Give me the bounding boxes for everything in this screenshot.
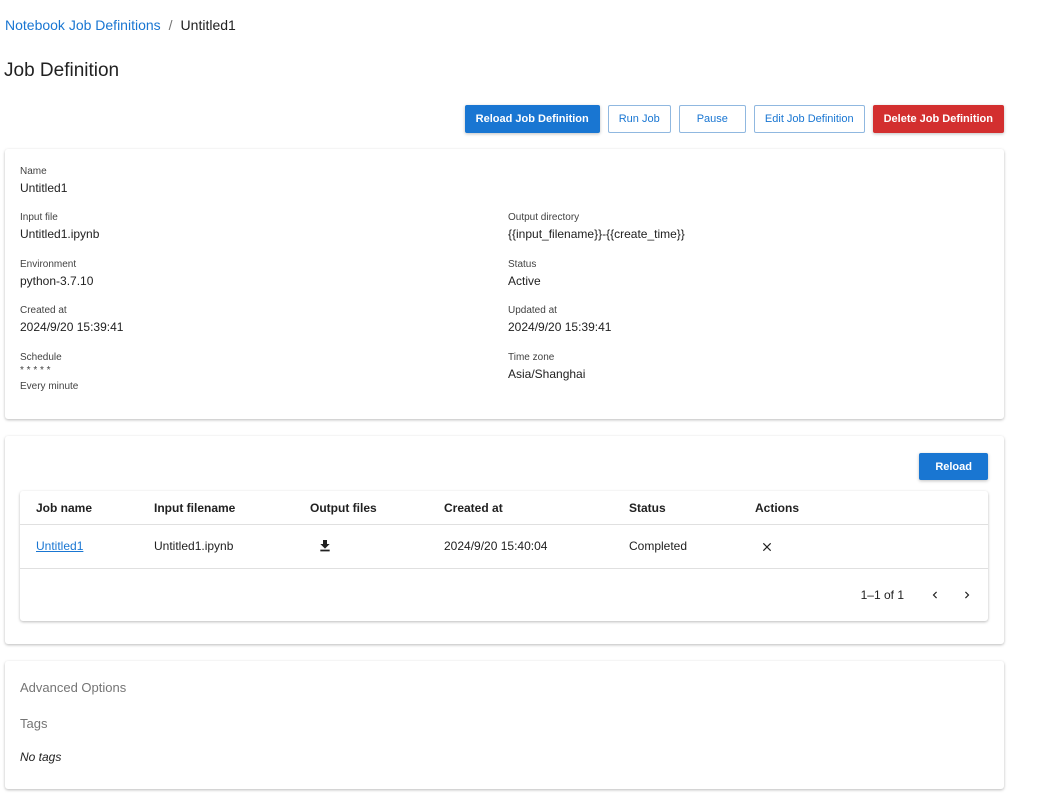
column-header-job-name: Job name xyxy=(36,501,93,515)
page-title: Job Definition xyxy=(4,60,120,81)
field-output-directory: Output directory {{input_filename}}-{{cr… xyxy=(508,212,685,242)
close-icon-graphic xyxy=(762,542,772,552)
field-time-zone-value: Asia/Shanghai xyxy=(508,367,586,381)
breadcrumb-current: Untitled1 xyxy=(180,17,236,33)
chevron-left-icon-graphic xyxy=(932,591,937,599)
column-header-input-filename: Input filename xyxy=(154,501,236,515)
download-icon[interactable] xyxy=(316,537,334,555)
field-status-label: Status xyxy=(508,259,537,270)
field-updated-at-label: Updated at xyxy=(508,305,557,316)
jobs-pagination: 1–1 of 1 xyxy=(861,583,976,607)
job-name-link[interactable]: Untitled1 xyxy=(36,539,83,553)
job-input-filename: Untitled1.ipynb xyxy=(154,539,234,553)
jobs-table-header: Job name Input filename Output files Cre… xyxy=(20,491,988,525)
breadcrumb: Notebook Job Definitions / Untitled1 xyxy=(5,17,236,33)
field-updated-at: Updated at 2024/9/20 15:39:41 xyxy=(508,305,611,335)
field-updated-at-value: 2024/9/20 15:39:41 xyxy=(508,320,612,334)
field-created-at: Created at 2024/9/20 15:39:41 xyxy=(20,305,123,335)
no-tags-text: No tags xyxy=(20,750,62,764)
reload-job-definition-button[interactable]: Reload Job Definition xyxy=(464,105,600,133)
column-header-created-at: Created at xyxy=(444,501,503,515)
breadcrumb-separator: / xyxy=(168,17,173,33)
field-status: Status Active xyxy=(508,259,541,289)
chevron-right-icon-graphic xyxy=(965,591,970,599)
jobs-card: Reload Job name Input filename Output fi… xyxy=(5,436,1004,644)
field-environment-value: python-3.7.10 xyxy=(20,274,94,288)
field-output-directory-label: Output directory xyxy=(508,212,580,223)
field-time-zone: Time zone Asia/Shanghai xyxy=(508,352,585,382)
field-schedule: Schedule * * * * * Every minute xyxy=(20,352,78,394)
table-row: Untitled1 Untitled1.ipynb 2024/9/20 15:4… xyxy=(20,525,988,569)
job-definition-toolbar: Reload Job Definition Run Job Pause Edit… xyxy=(464,105,1004,133)
job-details-card: Name Untitled1 Input file Untitled1.ipyn… xyxy=(5,149,1004,419)
breadcrumb-root-link[interactable]: Notebook Job Definitions xyxy=(5,17,161,33)
reload-jobs-button[interactable]: Reload xyxy=(919,453,988,480)
column-header-output-files: Output files xyxy=(310,501,377,515)
field-schedule-value: * * * * * xyxy=(20,365,51,376)
pagination-range: 1–1 of 1 xyxy=(860,588,904,602)
pause-button[interactable]: Pause xyxy=(678,105,746,133)
field-output-directory-value: {{input_filename}}-{{create_time}} xyxy=(508,227,685,241)
field-schedule-label: Schedule xyxy=(20,352,62,363)
field-input-file-value: Untitled1.ipynb xyxy=(20,227,100,241)
column-header-actions: Actions xyxy=(755,501,800,515)
field-name-label: Name xyxy=(20,166,47,177)
field-status-value: Active xyxy=(508,274,541,288)
advanced-options-title: Advanced Options xyxy=(20,680,127,695)
field-input-file-label: Input file xyxy=(20,212,58,223)
field-name: Name Untitled1 xyxy=(20,166,67,196)
page: Notebook Job Definitions / Untitled1 Job… xyxy=(0,0,1041,808)
field-environment-label: Environment xyxy=(20,259,77,270)
field-created-at-label: Created at xyxy=(20,305,67,316)
field-name-value: Untitled1 xyxy=(20,181,68,195)
field-time-zone-label: Time zone xyxy=(508,352,555,363)
chevron-left-icon[interactable] xyxy=(926,586,944,604)
jobs-table: Job name Input filename Output files Cre… xyxy=(20,491,988,621)
delete-job-definition-button[interactable]: Delete Job Definition xyxy=(872,105,1004,133)
chevron-right-icon[interactable] xyxy=(958,586,976,604)
field-environment: Environment python-3.7.10 xyxy=(20,259,93,289)
run-job-button[interactable]: Run Job xyxy=(607,105,671,133)
job-status: Completed xyxy=(629,539,688,553)
advanced-options-card: Advanced Options Tags No tags xyxy=(5,661,1004,789)
column-header-status: Status xyxy=(629,501,666,515)
edit-job-definition-button[interactable]: Edit Job Definition xyxy=(753,105,865,133)
field-schedule-description: Every minute xyxy=(20,381,79,392)
download-icon-graphic xyxy=(320,540,330,552)
field-created-at-value: 2024/9/20 15:39:41 xyxy=(20,320,124,334)
field-input-file: Input file Untitled1.ipynb xyxy=(20,212,99,242)
tags-title: Tags xyxy=(20,716,48,731)
close-icon[interactable] xyxy=(758,538,776,556)
job-created-at: 2024/9/20 15:40:04 xyxy=(444,539,548,553)
